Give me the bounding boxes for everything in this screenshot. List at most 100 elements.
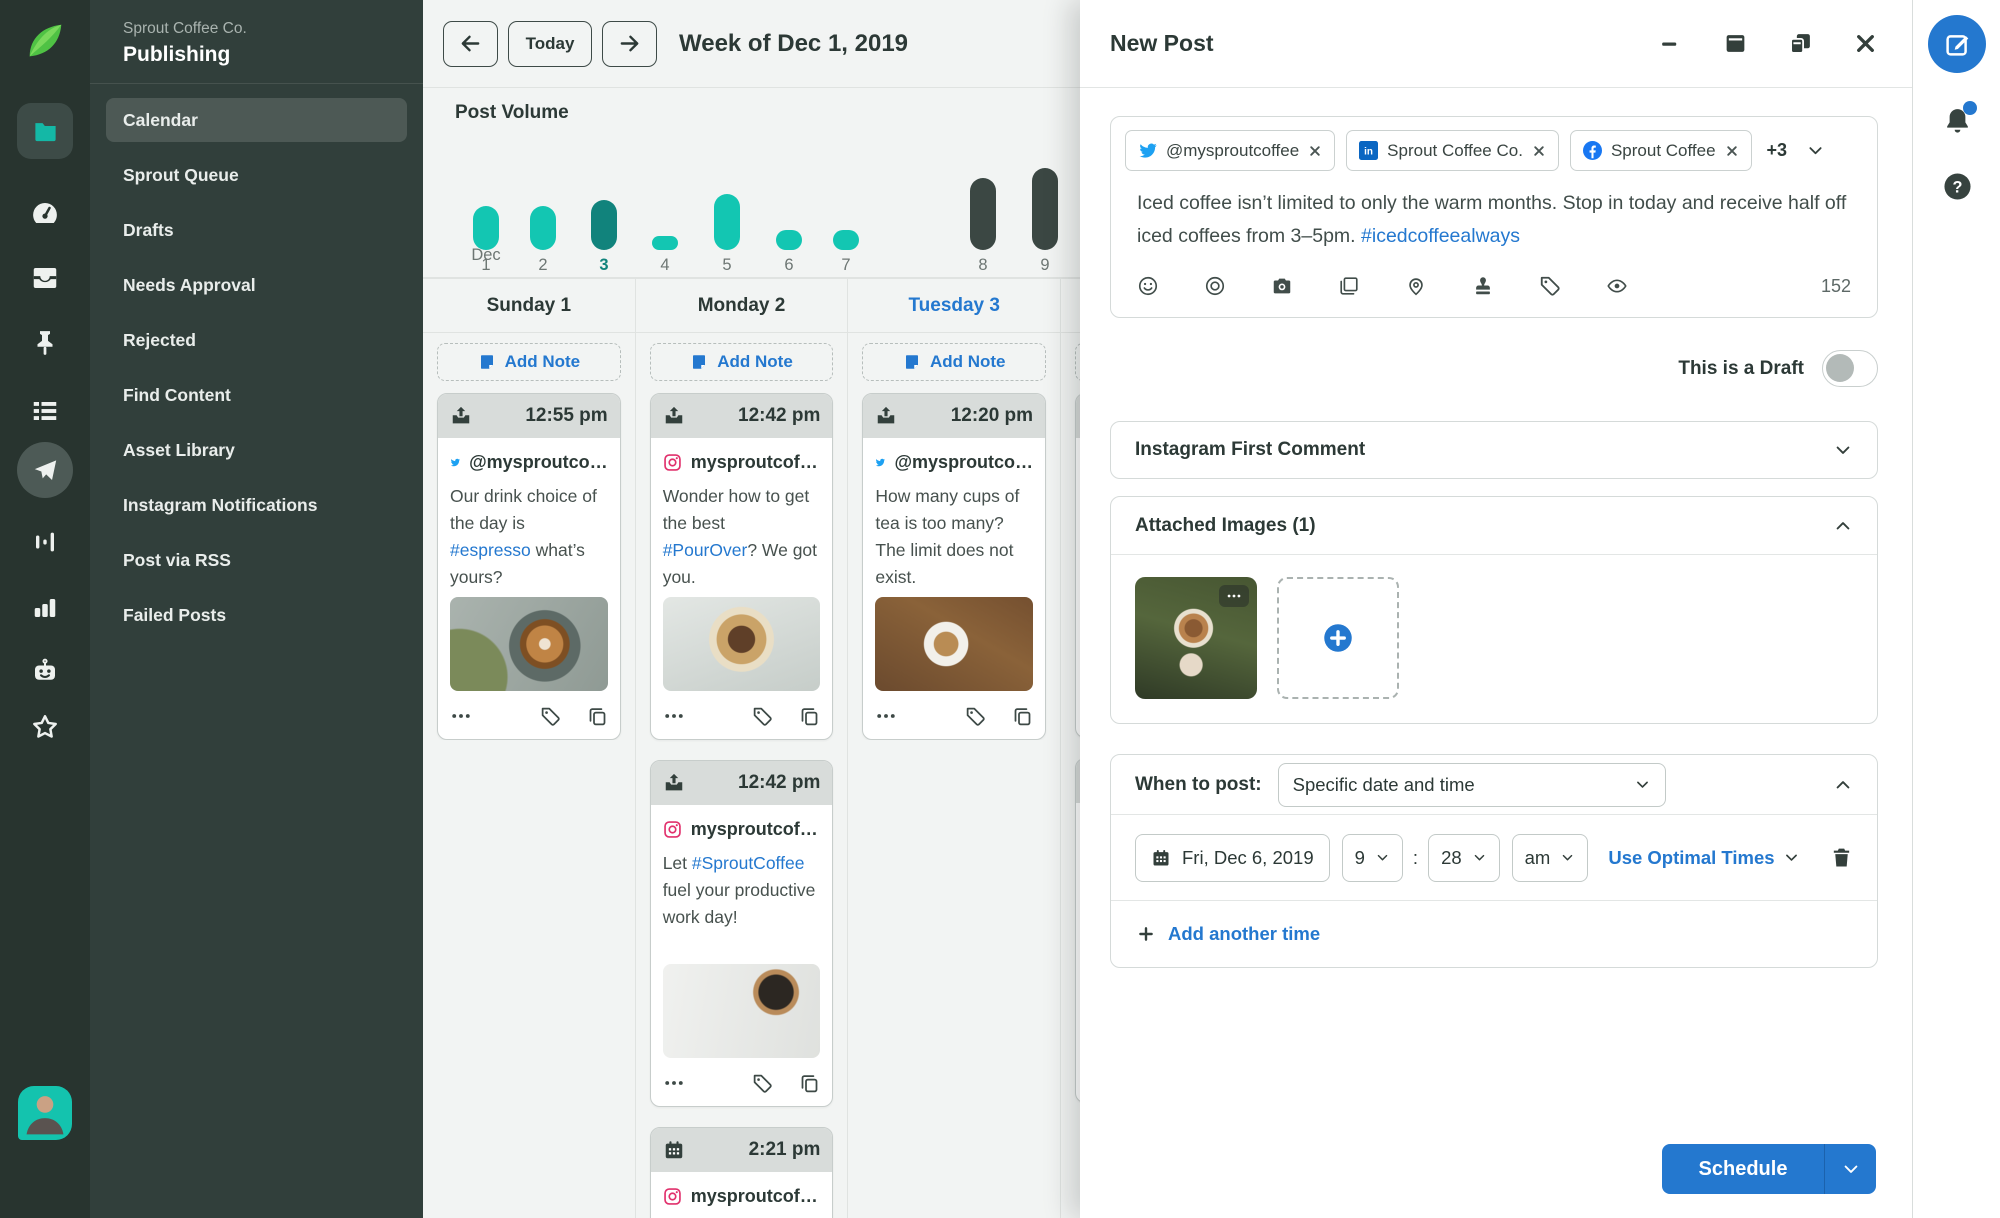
tag-icon[interactable]: [752, 1073, 773, 1094]
profiles-overflow-count[interactable]: +3: [1767, 140, 1788, 161]
post-card-body: mysproutcof… Wonder how to get the best #…: [651, 438, 833, 739]
when-to-post-section: When to post: Specific date and time Fri…: [1110, 754, 1878, 968]
popout-icon[interactable]: [1788, 31, 1813, 56]
calendar-area: Today Week of Dec 1, 2019 Post Volume 12…: [423, 0, 1080, 1218]
sidebar-item-calendar[interactable]: Calendar: [106, 98, 407, 142]
duplicate-icon[interactable]: [799, 706, 820, 727]
target-icon[interactable]: [1204, 275, 1226, 297]
user-avatar[interactable]: [18, 1086, 72, 1140]
layers-icon[interactable]: [1338, 275, 1360, 297]
more-options-icon[interactable]: [450, 705, 472, 727]
add-note-button[interactable]: Add Note: [649, 343, 834, 381]
post-image-desk-coffee: [662, 964, 821, 1058]
camera-icon[interactable]: [1271, 275, 1293, 297]
emoji-icon[interactable]: [1137, 275, 1159, 297]
draft-toggle[interactable]: [1822, 350, 1878, 387]
paper-plane-icon[interactable]: [17, 442, 73, 498]
chevron-down-icon: [1841, 1159, 1861, 1179]
attached-images-header[interactable]: Attached Images (1): [1111, 497, 1877, 555]
remove-profile-icon[interactable]: [1308, 144, 1322, 158]
minimize-icon[interactable]: [1658, 31, 1683, 56]
post-card[interactable]: 2:21 pm mysproutcof…: [649, 1127, 834, 1218]
next-week-button[interactable]: [602, 20, 657, 67]
duplicate-icon[interactable]: [799, 1073, 820, 1094]
day-header: Tuesday 3: [848, 279, 1061, 333]
attached-image-thumbnail[interactable]: [1135, 577, 1257, 699]
bot-icon[interactable]: [30, 657, 60, 687]
schedule-button[interactable]: Schedule: [1662, 1144, 1824, 1194]
duplicate-icon[interactable]: [1012, 706, 1033, 727]
previous-week-button[interactable]: [443, 20, 498, 67]
post-card[interactable]: 12:42 pm mysproutcof… Wonder how to get th…: [649, 393, 834, 740]
more-options-icon[interactable]: [875, 705, 897, 727]
eye-icon[interactable]: [1606, 275, 1628, 297]
chevron-up-icon[interactable]: [1833, 775, 1853, 795]
schedule-options-button[interactable]: [1824, 1144, 1876, 1194]
post-message-input[interactable]: Iced coffee isn’t limited to only the wa…: [1111, 175, 1877, 253]
tag-icon[interactable]: [752, 706, 773, 727]
location-icon[interactable]: [1405, 275, 1427, 297]
bar-chart-icon[interactable]: [30, 592, 60, 622]
sidebar-item-needs-approval[interactable]: Needs Approval: [106, 263, 407, 307]
image-options-button[interactable]: [1219, 585, 1249, 607]
minute-select[interactable]: 28: [1428, 833, 1500, 882]
instagram-first-comment-header[interactable]: Instagram First Comment: [1111, 422, 1877, 478]
add-another-time-button[interactable]: Add another time: [1111, 901, 1877, 967]
more-options-icon[interactable]: [663, 1072, 685, 1094]
compose-button[interactable]: [1928, 15, 1986, 73]
publishing-folder-icon[interactable]: [17, 103, 73, 159]
sidebar-item-asset-library[interactable]: Asset Library: [106, 428, 407, 472]
post-card[interactable]: 12:42 pm mysproutcof… Let #SproutCoffee fu…: [649, 760, 834, 1107]
more-options-icon[interactable]: [663, 705, 685, 727]
maximize-icon[interactable]: [1723, 31, 1748, 56]
hour-select[interactable]: 9: [1341, 833, 1403, 882]
hashtag-link[interactable]: #icedcoffeealways: [1361, 225, 1520, 247]
star-icon[interactable]: [30, 712, 60, 742]
chevron-down-icon[interactable]: [1833, 440, 1853, 460]
inbox-icon[interactable]: [30, 263, 60, 293]
remove-profile-icon[interactable]: [1725, 144, 1739, 158]
stamp-icon[interactable]: [1472, 275, 1494, 297]
volume-day-label: 2: [538, 256, 548, 274]
sidebar-item-find-content[interactable]: Find Content: [106, 373, 407, 417]
gauge-icon[interactable]: [30, 198, 60, 228]
today-button[interactable]: Today: [508, 20, 592, 67]
post-card[interactable]: 12:20 pm @mysproutco… How many cups of tea…: [862, 393, 1047, 740]
duplicate-icon[interactable]: [587, 706, 608, 727]
sidebar-item-failed-posts[interactable]: Failed Posts: [106, 593, 407, 637]
hashtag-link[interactable]: #espresso: [450, 540, 531, 560]
chevron-up-icon[interactable]: [1833, 516, 1853, 536]
add-note-button[interactable]: Add Note: [862, 343, 1047, 381]
sidebar-item-post-via-rss[interactable]: Post via RSS: [106, 538, 407, 582]
tag-icon[interactable]: [540, 706, 561, 727]
close-icon[interactable]: [1853, 31, 1878, 56]
post-time: 12:20 pm: [950, 405, 1034, 426]
sidebar-item-drafts[interactable]: Drafts: [106, 208, 407, 252]
delete-time-button[interactable]: [1830, 846, 1853, 869]
sidebar-item-instagram-notifications[interactable]: Instagram Notifications: [106, 483, 407, 527]
remove-profile-icon[interactable]: [1532, 144, 1546, 158]
meridiem-select[interactable]: am: [1511, 833, 1589, 882]
add-image-button[interactable]: [1277, 577, 1399, 699]
instagram-first-comment-label: Instagram First Comment: [1135, 439, 1366, 460]
post-card[interactable]: 12:55 pm @mysproutco… Our drink choice of …: [437, 393, 621, 740]
tag-icon[interactable]: [1539, 275, 1561, 297]
pushpin-icon[interactable]: [30, 328, 60, 358]
add-note-button[interactable]: Add Note: [437, 343, 621, 381]
list-icon[interactable]: [30, 396, 60, 426]
sidebar-item-sprout-queue[interactable]: Sprout Queue: [106, 153, 407, 197]
pulse-icon[interactable]: [30, 527, 60, 557]
date-picker-button[interactable]: Fri, Dec 6, 2019: [1135, 833, 1330, 882]
hashtag-link[interactable]: #SproutCoffee: [692, 853, 805, 873]
schedule-mode-select[interactable]: Specific date and time: [1277, 762, 1666, 807]
composer-box: @mysproutcoffee in Sprout Coffee Co. Sprout…: [1110, 116, 1878, 318]
help-icon[interactable]: ?: [1943, 172, 1972, 201]
notifications-bell-icon[interactable]: [1942, 101, 1977, 138]
sidebar-item-rejected[interactable]: Rejected: [106, 318, 407, 362]
hashtag-link[interactable]: #PourOver: [663, 540, 748, 560]
chevron-down-icon[interactable]: [1806, 141, 1825, 160]
meridiem-value: am: [1524, 846, 1551, 868]
composer-tool-icons: [1137, 275, 1628, 297]
tag-icon[interactable]: [965, 706, 986, 727]
use-optimal-times-link[interactable]: Use Optimal Times: [1608, 847, 1799, 869]
